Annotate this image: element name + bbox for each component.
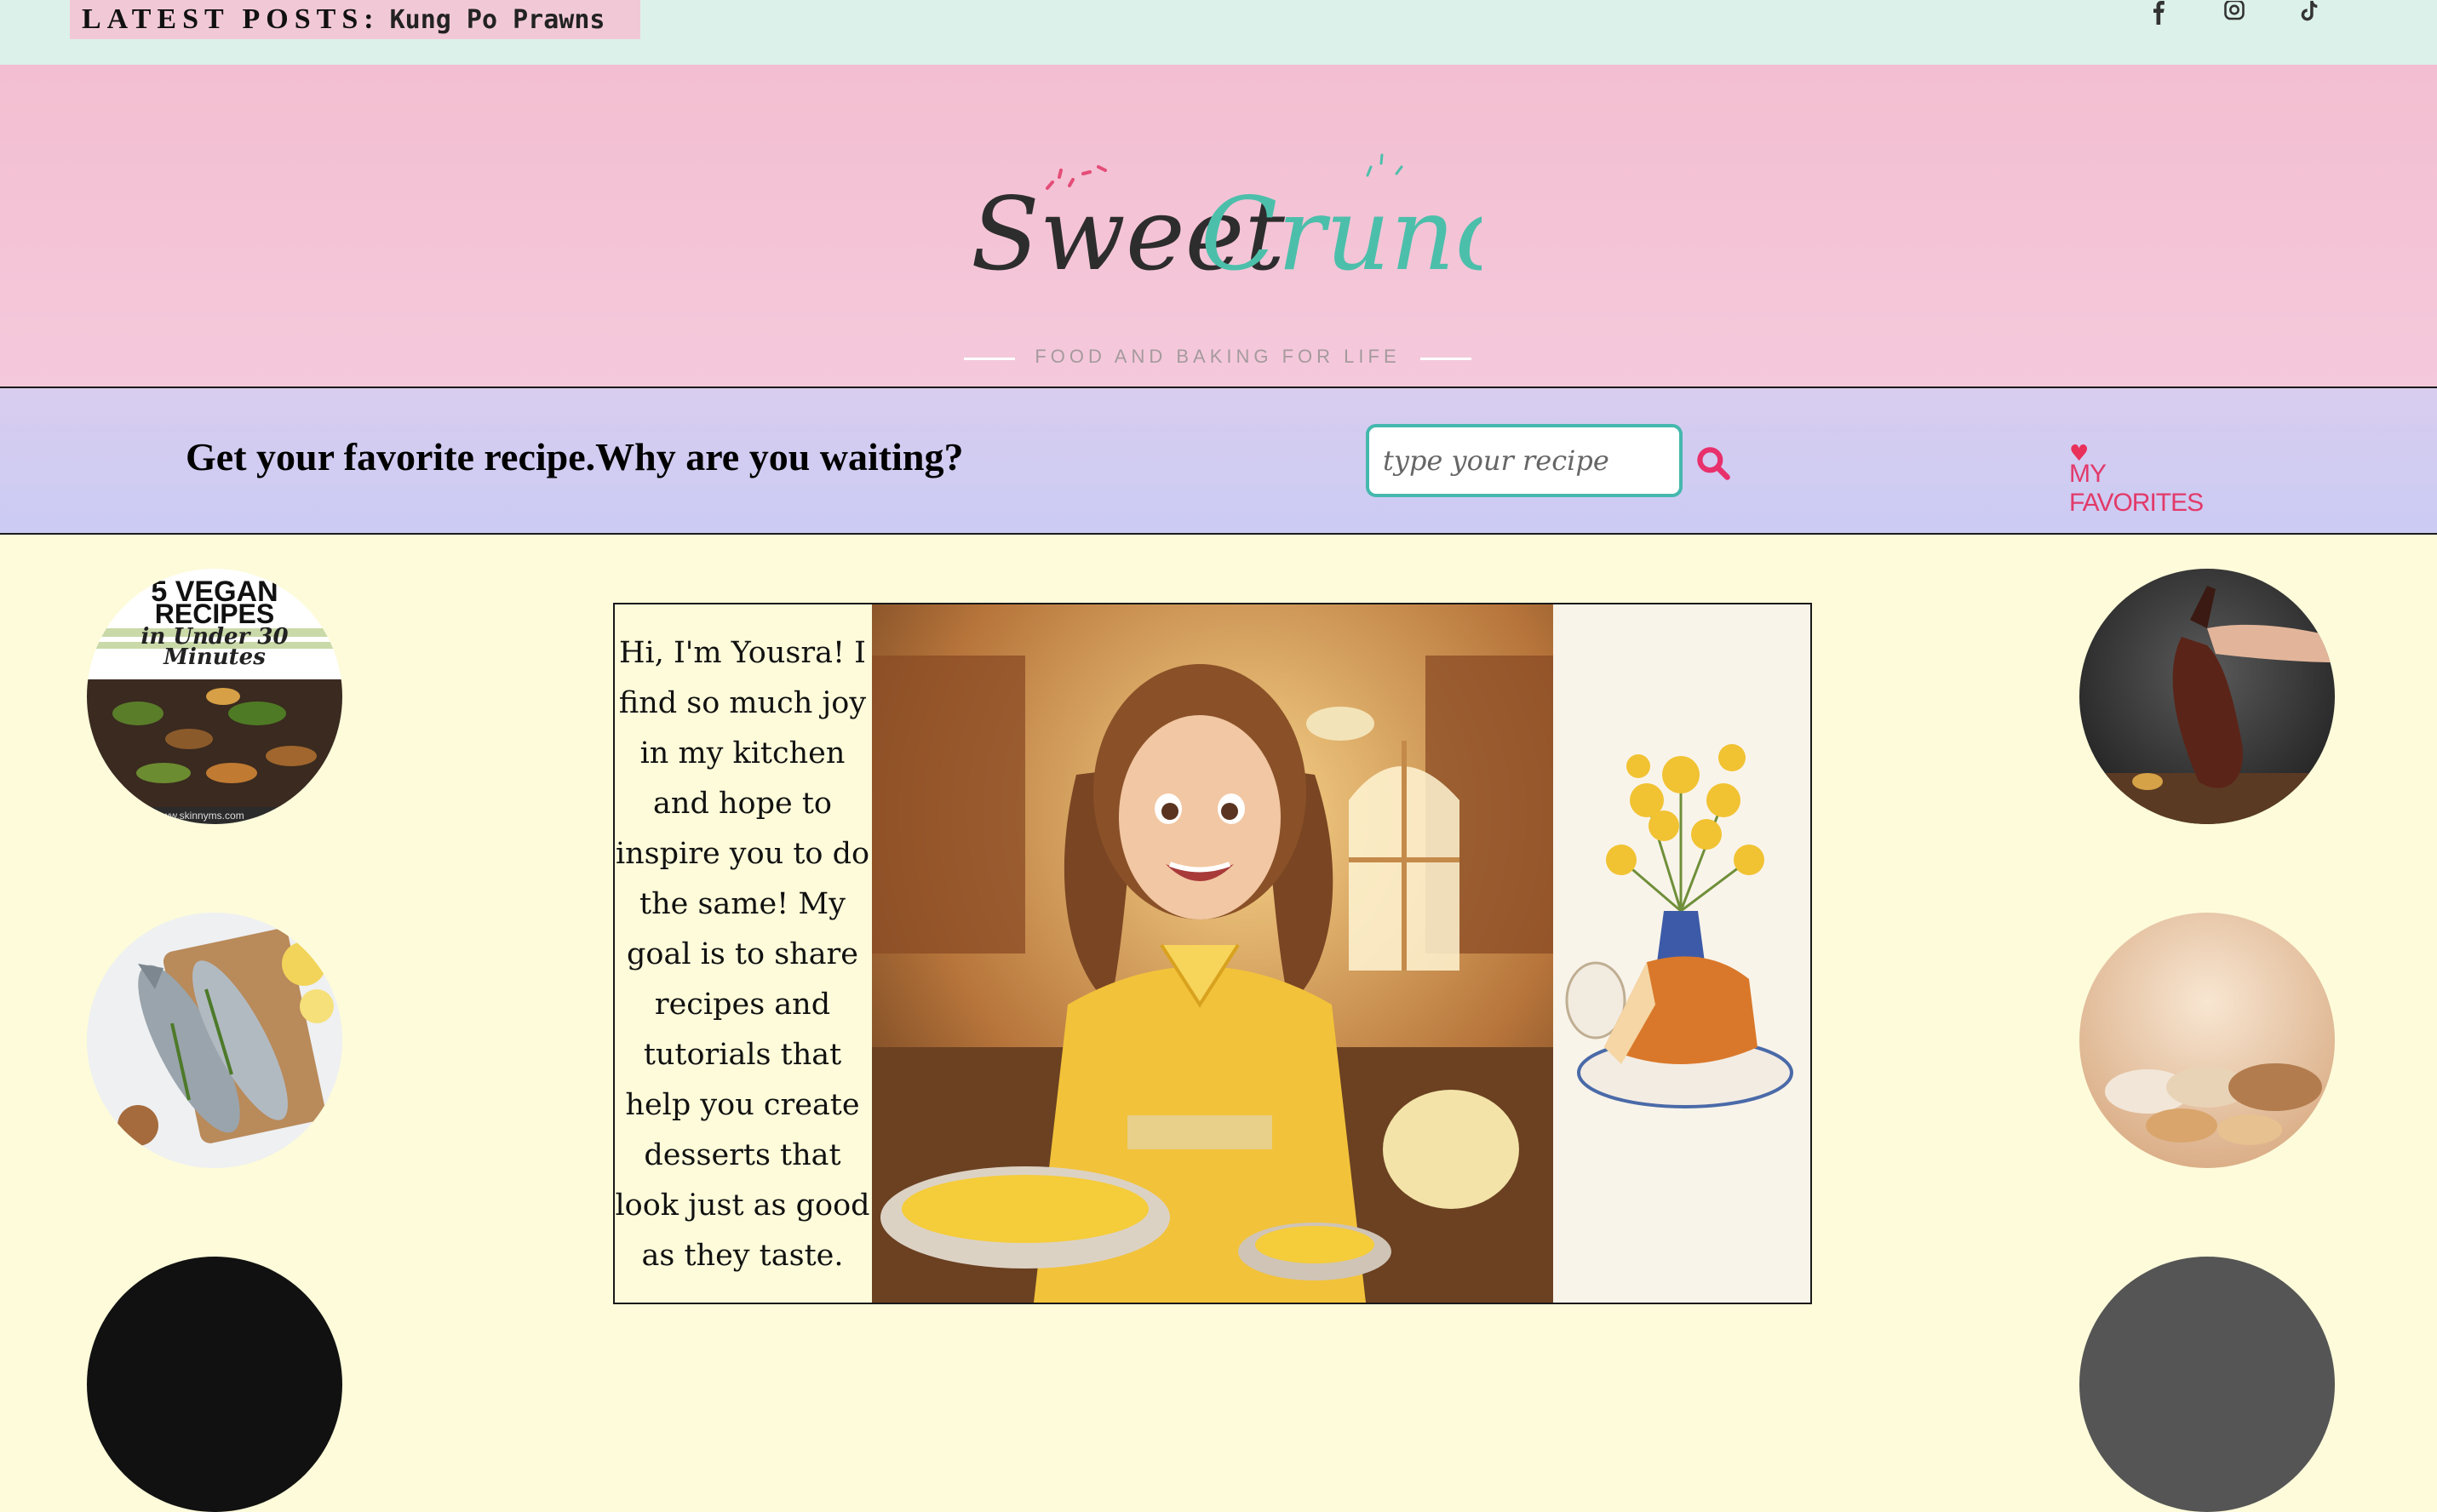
- bread-illustration-image: [1553, 604, 1810, 1303]
- search-bar: Get your favorite recipe.Why are you wai…: [0, 388, 2437, 535]
- my-favorites-label: MY FAVORITES: [2069, 460, 2204, 517]
- search-icon: [1697, 447, 1730, 480]
- site-header: Sweet Crunch FOOD AND BAKING FOR LIFE: [0, 65, 2437, 388]
- facebook-icon[interactable]: [2142, 0, 2176, 26]
- instagram-icon[interactable]: [2217, 0, 2251, 26]
- recipe-search-input[interactable]: [1366, 424, 1683, 497]
- chef-portrait-image: [872, 604, 1553, 1303]
- about-intro-text: Hi, I'm Yousra! I find so much joy in my…: [615, 636, 870, 1273]
- search-button[interactable]: [1694, 444, 1732, 482]
- latest-posts-label: LATEST POSTS:: [82, 3, 380, 35]
- bread-recipes-thumbnail[interactable]: [2079, 913, 2335, 1168]
- latest-posts-ticker[interactable]: LATEST POSTS: Kung Po Prawns: [70, 0, 640, 39]
- search-tagline: Get your favorite recipe.Why are you wai…: [186, 435, 964, 478]
- latest-post-link[interactable]: Kung Po Prawns: [390, 5, 605, 35]
- fish-recipes-thumbnail[interactable]: [87, 913, 342, 1168]
- logo-word-crunch: Crunch: [1201, 175, 1482, 293]
- about-card: Hi, I'm Yousra! I find so much joy in my…: [613, 603, 1812, 1304]
- top-bar: LATEST POSTS: Kung Po Prawns: [0, 0, 2437, 65]
- vegan-title-line4: Minutes: [163, 644, 266, 670]
- tiktok-icon[interactable]: [2292, 0, 2326, 26]
- dark-recipe-thumbnail[interactable]: [87, 1257, 342, 1512]
- grey-recipe-thumbnail[interactable]: [2079, 1257, 2335, 1512]
- my-favorites-link[interactable]: ♥ MY FAVORITES: [2067, 441, 2238, 517]
- vegan-site-credit: www.skinnyms.com: [154, 810, 244, 822]
- site-logo[interactable]: Sweet Crunch FOOD AND BAKING FOR LIFE: [954, 141, 1482, 380]
- logo-wordmark: Sweet Crunch: [971, 153, 1482, 293]
- steak-recipes-thumbnail[interactable]: [2079, 569, 2335, 824]
- vegan-recipes-thumbnail[interactable]: 5 VEGAN RECIPES in Under 30 Minutes www.…: [87, 569, 342, 824]
- logo-tagline: FOOD AND BAKING FOR LIFE: [1035, 346, 1401, 367]
